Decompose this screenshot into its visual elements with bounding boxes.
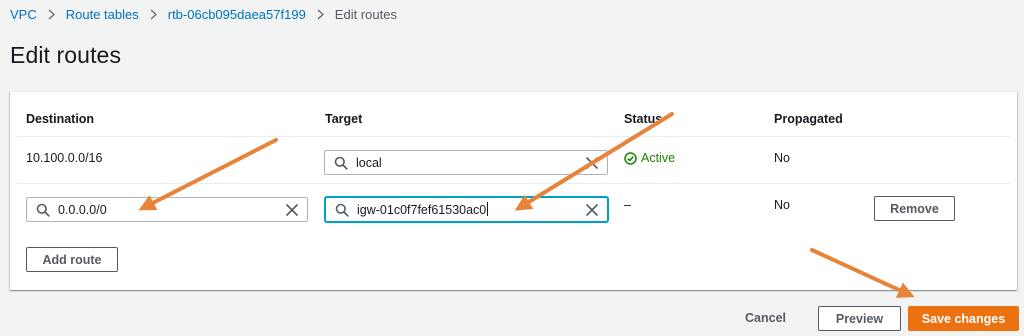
routes-panel: Destination Target Status Propagated 10.… [10, 91, 1017, 290]
text-caret [487, 202, 489, 216]
route-2-status: – [624, 198, 631, 212]
route-2-propagated: No [774, 198, 790, 212]
breadcrumb-current: Edit routes [334, 6, 397, 22]
cancel-button[interactable]: Cancel [745, 311, 786, 325]
column-header-destination: Destination [26, 112, 95, 126]
route-2-target-field[interactable]: igw-01c0f7fef61530ac0 [325, 197, 608, 222]
breadcrumb-vpc-link[interactable]: VPC [10, 7, 37, 22]
route-2-destination-value: 0.0.0.0/0 [58, 202, 107, 217]
column-header-target: Target [325, 112, 363, 126]
route-1-destination: 10.100.0.0/16 [26, 151, 103, 165]
column-header-propagated: Propagated [774, 112, 843, 126]
row-divider [17, 183, 1010, 184]
header-divider [17, 136, 1010, 137]
route-1-propagated: No [774, 151, 790, 165]
breadcrumb: VPC Route tables rtb-06cb095daea57f199 E… [10, 6, 397, 22]
route-2-destination-field[interactable]: 0.0.0.0/0 [26, 197, 308, 222]
column-header-status: Status [624, 112, 663, 126]
clear-icon[interactable] [586, 203, 598, 216]
status-success-icon [624, 151, 637, 165]
search-icon [335, 203, 349, 217]
page-title: Edit routes [10, 42, 122, 68]
route-1-status-text: Active [641, 151, 676, 165]
search-icon [36, 203, 50, 217]
route-1-target-field[interactable]: local [324, 150, 608, 175]
search-icon [334, 156, 348, 170]
preview-button[interactable]: Preview [818, 306, 901, 331]
clear-icon[interactable] [286, 203, 298, 216]
route-2-target-value-wrap: igw-01c0f7fef61530ac0 [357, 202, 586, 217]
chevron-right-icon [317, 8, 324, 20]
remove-route-button[interactable]: Remove [874, 196, 955, 221]
route-2-target-value: igw-01c0f7fef61530ac0 [357, 203, 487, 217]
chevron-right-icon [48, 8, 55, 20]
route-1-status: Active [624, 151, 675, 165]
breadcrumb-route-tables-link[interactable]: Route tables [66, 7, 139, 22]
chevron-right-icon [150, 8, 157, 20]
route-1-target-value: local [356, 155, 382, 170]
breadcrumb-route-table-id-link[interactable]: rtb-06cb095daea57f199 [168, 7, 306, 22]
clear-icon[interactable] [586, 156, 598, 169]
save-changes-button[interactable]: Save changes [908, 306, 1019, 331]
add-route-button[interactable]: Add route [26, 247, 118, 272]
